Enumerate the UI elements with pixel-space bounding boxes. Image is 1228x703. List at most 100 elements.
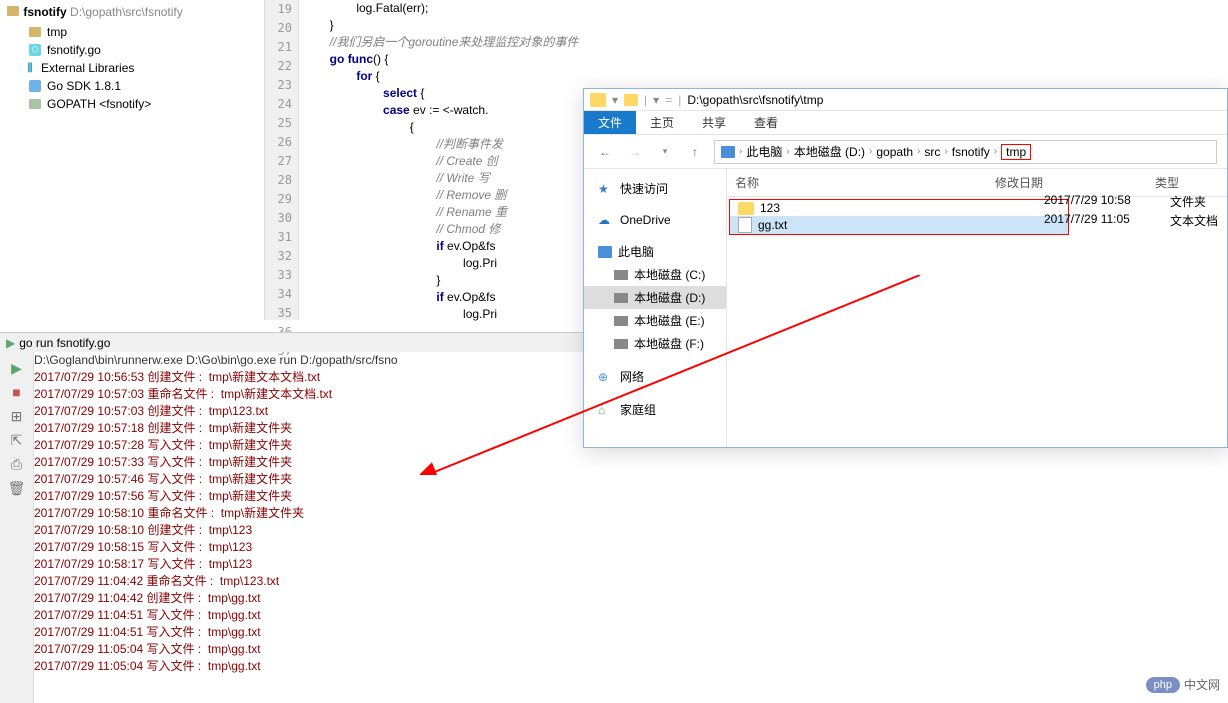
tree-label: tmp — [47, 25, 67, 39]
header-type[interactable]: 类型 — [1147, 169, 1227, 196]
print-icon[interactable]: ⎙ — [9, 456, 25, 472]
crumb-drive[interactable]: 本地磁盘 (D:) — [794, 143, 865, 160]
drive-icon — [614, 293, 628, 303]
tree-item-go-sdk[interactable]: Go SDK 1.8.1 — [0, 77, 264, 95]
run-config-name[interactable]: go run fsnotify.go — [19, 336, 110, 350]
folder-icon — [6, 4, 20, 18]
list-row-folder[interactable]: 123 — [730, 200, 1068, 216]
forward-button[interactable]: → — [624, 141, 646, 163]
folder-icon — [28, 97, 42, 111]
header-name[interactable]: 名称 — [727, 169, 987, 196]
window-title-path: D:\gopath\src\fsnotify\tmp — [687, 93, 823, 107]
nav-drive-d[interactable]: 本地磁盘 (D:) — [584, 286, 726, 309]
file-name: gg.txt — [758, 218, 787, 232]
cloud-icon: ☁ — [598, 213, 614, 227]
watermark: php 中文网 — [1146, 676, 1220, 693]
crumb-tmp[interactable]: tmp — [1001, 144, 1031, 160]
file-type: 文件夹 — [1170, 193, 1206, 210]
explorer-ribbon: 文件 主页 共享 查看 — [584, 111, 1227, 135]
tree-label: GOPATH <fsnotify> — [47, 97, 151, 111]
tab-file[interactable]: 文件 — [584, 111, 636, 134]
nav-thispc[interactable]: 此电脑 — [584, 240, 726, 263]
crumb-gopath[interactable]: gopath — [876, 145, 913, 159]
drive-icon — [614, 270, 628, 280]
run-tool-header: ▶ go run fsnotify.go — [0, 332, 583, 352]
file-type: 文本文档 — [1170, 212, 1218, 229]
up-button[interactable]: ↑ — [684, 141, 706, 163]
rerun-icon[interactable]: ▶ — [9, 360, 25, 376]
project-path: D:\gopath\src\fsnotify — [70, 5, 183, 19]
export-icon[interactable]: ⇱ — [9, 432, 25, 448]
folder-icon — [28, 25, 42, 39]
tab-home[interactable]: 主页 — [636, 111, 688, 134]
pc-icon — [598, 246, 612, 258]
nav-label: 快速访问 — [620, 180, 668, 197]
nav-homegroup[interactable]: ⌂ 家庭组 — [584, 398, 726, 421]
folder-icon — [738, 202, 754, 215]
header-date[interactable]: 修改日期 — [987, 169, 1147, 196]
text-file-icon — [738, 217, 752, 233]
homegroup-icon: ⌂ — [598, 403, 614, 417]
breadcrumb: fsnotify D:\gopath\src\fsnotify — [0, 0, 264, 23]
tree-item-fsnotify-go[interactable]: ⬡ fsnotify.go — [0, 41, 264, 59]
nav-label: 此电脑 — [618, 243, 654, 260]
crumb-src[interactable]: src — [924, 145, 940, 159]
title-separator: = — [665, 93, 672, 107]
file-explorer-window: ▾ | ▾ = | D:\gopath\src\fsnotify\tmp 文件 … — [583, 88, 1228, 448]
list-row-file[interactable]: gg.txt — [730, 216, 1068, 234]
play-icon: ▶ — [6, 336, 15, 350]
tree-label: Go SDK 1.8.1 — [47, 79, 121, 93]
address-path[interactable]: › 此电脑› 本地磁盘 (D:)› gopath› src› fsnotify›… — [714, 140, 1217, 164]
tab-view[interactable]: 查看 — [740, 111, 792, 134]
drive-icon — [614, 339, 628, 349]
trash-icon[interactable]: 🗑 — [9, 480, 25, 496]
nav-label: 家庭组 — [620, 401, 656, 418]
nav-label: 网络 — [620, 368, 644, 385]
explorer-file-list: 名称 修改日期 类型 123 gg.txt 2017/7/29 10:58 20… — [727, 169, 1227, 447]
console-toolbar: ▶ ■ ⊞ ⇱ ⎙ 🗑 — [0, 352, 34, 703]
history-dropdown[interactable]: ▾ — [654, 141, 676, 163]
explorer-titlebar[interactable]: ▾ | ▾ = | D:\gopath\src\fsnotify\tmp — [584, 89, 1227, 111]
nav-quick-access[interactable]: ★ 快速访问 — [584, 177, 726, 200]
nav-drive-f[interactable]: 本地磁盘 (F:) — [584, 332, 726, 355]
network-icon: ⊕ — [598, 370, 614, 384]
star-icon: ★ — [598, 182, 614, 196]
pc-icon — [721, 146, 735, 158]
tree-label: External Libraries — [41, 61, 134, 75]
tree-item-external-libraries[interactable]: ⦀ External Libraries — [0, 59, 264, 77]
watermark-badge: php — [1146, 677, 1180, 693]
nav-drive-c[interactable]: 本地磁盘 (C:) — [584, 263, 726, 286]
nav-label: OneDrive — [620, 213, 671, 227]
project-name: fsnotify — [23, 5, 66, 19]
watermark-text: 中文网 — [1184, 676, 1220, 693]
stop-icon[interactable]: ■ — [9, 384, 25, 400]
tree-item-tmp[interactable]: tmp — [0, 23, 264, 41]
editor-gutter: 19202122232425262728293031323334353637 — [265, 0, 299, 320]
go-file-icon: ⬡ — [28, 43, 42, 57]
console-output[interactable]: D:\Gogland\bin\runnerw.exe D:\Go\bin\go.… — [34, 352, 583, 703]
nav-network[interactable]: ⊕ 网络 — [584, 365, 726, 388]
layout-icon[interactable]: ⊞ — [9, 408, 25, 424]
tree-item-gopath[interactable]: GOPATH <fsnotify> — [0, 95, 264, 113]
nav-label: 本地磁盘 (E:) — [634, 312, 705, 329]
tab-share[interactable]: 共享 — [688, 111, 740, 134]
explorer-nav-tree: ★快速访问 ☁OneDrive 此电脑 本地磁盘 (C:) 本地磁盘 (D:) … — [584, 169, 727, 447]
project-tree: fsnotify D:\gopath\src\fsnotify tmp ⬡ fs… — [0, 0, 265, 320]
app-icon — [624, 94, 638, 106]
crumb-thispc[interactable]: 此电脑 — [746, 143, 782, 160]
file-date: 2017/7/29 11:05 — [1044, 212, 1130, 226]
folder-icon — [590, 93, 606, 107]
sdk-icon — [28, 79, 42, 93]
crumb-fsnotify[interactable]: fsnotify — [952, 145, 990, 159]
list-header: 名称 修改日期 类型 — [727, 169, 1227, 197]
library-icon: ⦀ — [24, 62, 36, 74]
explorer-address-bar: ← → ▾ ↑ › 此电脑› 本地磁盘 (D:)› gopath› src› f… — [584, 135, 1227, 169]
drive-icon — [614, 316, 628, 326]
file-date: 2017/7/29 10:58 — [1044, 193, 1131, 207]
file-name: 123 — [760, 201, 780, 215]
back-button[interactable]: ← — [594, 141, 616, 163]
nav-label: 本地磁盘 (F:) — [634, 335, 704, 352]
nav-drive-e[interactable]: 本地磁盘 (E:) — [584, 309, 726, 332]
nav-label: 本地磁盘 (C:) — [634, 266, 705, 283]
nav-onedrive[interactable]: ☁ OneDrive — [584, 210, 726, 230]
